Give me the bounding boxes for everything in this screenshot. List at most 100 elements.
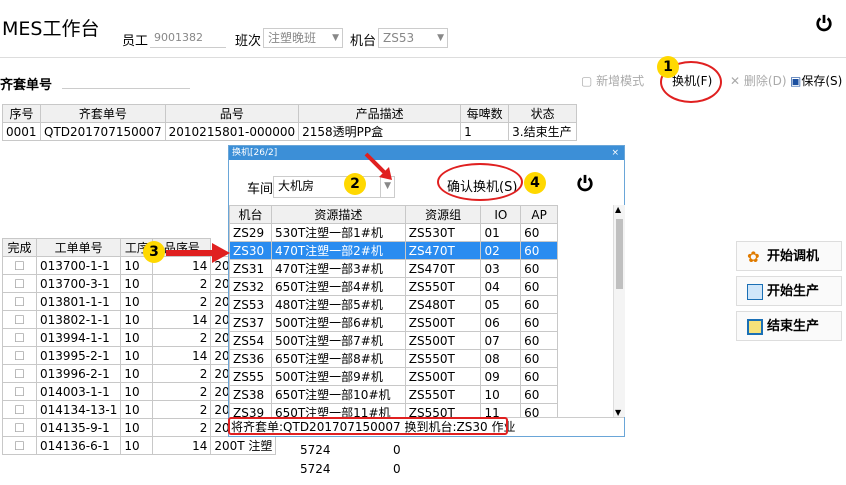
table-cell: 60 — [520, 295, 558, 314]
machine-row[interactable]: ZS31 470T注塑一部3#机 ZS470T 03 60 — [229, 259, 558, 278]
row-checkbox[interactable]: ☐ — [2, 292, 37, 311]
table-row[interactable]: ☐ 014136-6-1 10 14 200T 注塑 — [2, 436, 277, 455]
order-input[interactable] — [62, 88, 190, 89]
start-adjust-button[interactable]: ✿ 开始调机 — [736, 241, 842, 271]
end-prod-button[interactable]: 结束生产 — [736, 311, 842, 341]
machine-row[interactable]: ZS39 650T注塑一部11#机 ZS550T 11 60 — [229, 403, 558, 417]
table-cell: 014134-13-1 — [35, 400, 122, 419]
close-icon: ✕ — [730, 74, 741, 88]
table-cell: 200T 注塑 — [210, 436, 277, 455]
extra-cell-1: 5724 — [300, 443, 331, 457]
header-divider — [0, 57, 846, 58]
start-prod-label: 开始生产 — [767, 284, 820, 299]
machine-table: 机台 资源描述 资源组 IO AP ZS29 530T注塑一部1#机 ZS530T 01 60 Z… — [229, 205, 558, 417]
table-cell: 013995-2-1 — [35, 346, 122, 365]
start-prod-button[interactable]: 开始生产 — [736, 276, 842, 306]
row-checkbox[interactable]: ☐ — [2, 364, 37, 383]
machine-list[interactable]: 机台 资源描述 资源组 IO AP ZS29 530T注塑一部1#机 ZS530T 01 60 Z… — [229, 205, 613, 417]
save-button[interactable]: ▣保存(S) — [790, 70, 842, 92]
row-checkbox[interactable]: ☐ — [2, 418, 37, 437]
power-icon[interactable] — [576, 174, 594, 192]
table-cell: 2158透明PP盒 — [298, 122, 462, 141]
table-cell: 03 — [480, 259, 522, 278]
column-header: 资源组 — [404, 205, 482, 224]
row-checkbox[interactable]: ☐ — [2, 310, 37, 329]
table-cell: ZS550T — [404, 277, 482, 296]
chevron-up-icon[interactable]: ▲ — [615, 205, 621, 214]
table-cell: 500T注塑一部6#机 — [270, 313, 406, 332]
machine-row[interactable]: ZS36 650T注塑一部8#机 ZS550T 08 60 — [229, 349, 558, 368]
column-header: 每啤数 — [460, 104, 510, 123]
scrollbar[interactable]: ▲ ▼ — [613, 205, 625, 417]
row-checkbox[interactable]: ☐ — [2, 328, 37, 347]
row-checkbox[interactable]: ☐ — [2, 256, 37, 275]
table-cell: 60 — [520, 313, 558, 332]
table-cell: 013801-1-1 — [35, 292, 122, 311]
table-cell: 470T注塑一部2#机 — [270, 241, 406, 260]
table-cell: 2 — [152, 364, 212, 383]
row-checkbox[interactable]: ☐ — [2, 274, 37, 293]
table-cell: 3.结束生产 — [508, 122, 578, 141]
row-checkbox[interactable]: ☐ — [2, 436, 37, 455]
table-cell: ZS500T — [404, 367, 482, 386]
machine-row[interactable]: ZS30 470T注塑一部2#机 ZS470T 02 60 — [229, 241, 558, 260]
delete-button[interactable]: ✕ 删除(D) — [730, 70, 787, 92]
table-cell: 013700-1-1 — [35, 256, 122, 275]
machine-row[interactable]: ZS32 650T注塑一部4#机 ZS550T 04 60 — [229, 277, 558, 296]
table-cell: 05 — [480, 295, 522, 314]
table-cell: 014003-1-1 — [35, 382, 122, 401]
table-cell: ZS32 — [229, 277, 272, 296]
column-header: AP — [520, 205, 558, 224]
table-cell: 10 — [120, 364, 154, 383]
machine-row[interactable]: ZS29 530T注塑一部1#机 ZS530T 01 60 — [229, 223, 558, 242]
employee-field[interactable]: 9001382 — [150, 28, 226, 48]
table-cell: 02 — [480, 241, 522, 260]
table-cell: 10 — [120, 400, 154, 419]
table-cell: ZS39 — [229, 403, 272, 417]
machine-row[interactable]: ZS55 500T注塑一部9#机 ZS500T 09 60 — [229, 367, 558, 386]
machine-select[interactable]: ZS53 ▼ — [378, 28, 448, 48]
table-cell: 10 — [120, 292, 154, 311]
table-cell: 500T注塑一部7#机 — [270, 331, 406, 350]
table-cell: 013700-3-1 — [35, 274, 122, 293]
table-cell: 10 — [120, 418, 154, 437]
machine-row[interactable]: ZS38 650T注塑一部10#机 ZS550T 10 60 — [229, 385, 558, 404]
column-header: 品号 — [164, 104, 300, 123]
table-cell: 650T注塑一部11#机 — [270, 403, 406, 417]
table-cell: ZS550T — [404, 349, 482, 368]
scrollbar-thumb[interactable] — [616, 219, 623, 289]
document-icon — [747, 283, 763, 300]
column-header: 完成 — [2, 238, 37, 257]
machine-label: 机台 — [350, 34, 377, 49]
table-cell: 01 — [480, 223, 522, 242]
close-icon[interactable]: × — [611, 146, 619, 160]
order-table: 序号 齐套单号 品号 产品描述 每啤数 状态 0001 QTD201707150007 201… — [2, 104, 578, 141]
row-checkbox[interactable]: ☐ — [2, 382, 37, 401]
new-mode-checkbox[interactable]: ▢ 新增模式 — [581, 70, 644, 92]
table-cell: 2 — [152, 292, 212, 311]
shift-label: 班次 — [235, 34, 262, 49]
marker-3: 3 — [143, 241, 165, 263]
table-cell: 14 — [152, 346, 212, 365]
table-cell: 60 — [520, 223, 558, 242]
table-cell: 14 — [152, 436, 212, 455]
chevron-down-icon[interactable]: ▼ — [615, 408, 621, 417]
shift-select[interactable]: 注塑晚班 ▼ — [263, 28, 343, 48]
save-label: 保存(S) — [801, 74, 843, 88]
power-icon[interactable] — [815, 14, 833, 32]
machine-row[interactable]: ZS54 500T注塑一部7#机 ZS500T 07 60 — [229, 331, 558, 350]
table-cell: 2 — [152, 328, 212, 347]
start-adjust-label: 开始调机 — [767, 249, 820, 264]
row-checkbox[interactable]: ☐ — [2, 400, 37, 419]
machine-row[interactable]: ZS37 500T注塑一部6#机 ZS500T 06 60 — [229, 313, 558, 332]
table-row[interactable]: 0001 QTD201707150007 2010215801-000000 2158… — [2, 122, 578, 141]
table-cell: 04 — [480, 277, 522, 296]
table-cell: ZS54 — [229, 331, 272, 350]
row-checkbox[interactable]: ☐ — [2, 346, 37, 365]
table-cell: ZS31 — [229, 259, 272, 278]
shift-value: 注塑晚班 — [268, 31, 317, 45]
extra-cell-4: 0 — [393, 462, 401, 476]
workshop-label: 车间 — [247, 182, 274, 197]
table-cell: 10 — [120, 310, 154, 329]
machine-row[interactable]: ZS53 480T注塑一部5#机 ZS480T 05 60 — [229, 295, 558, 314]
